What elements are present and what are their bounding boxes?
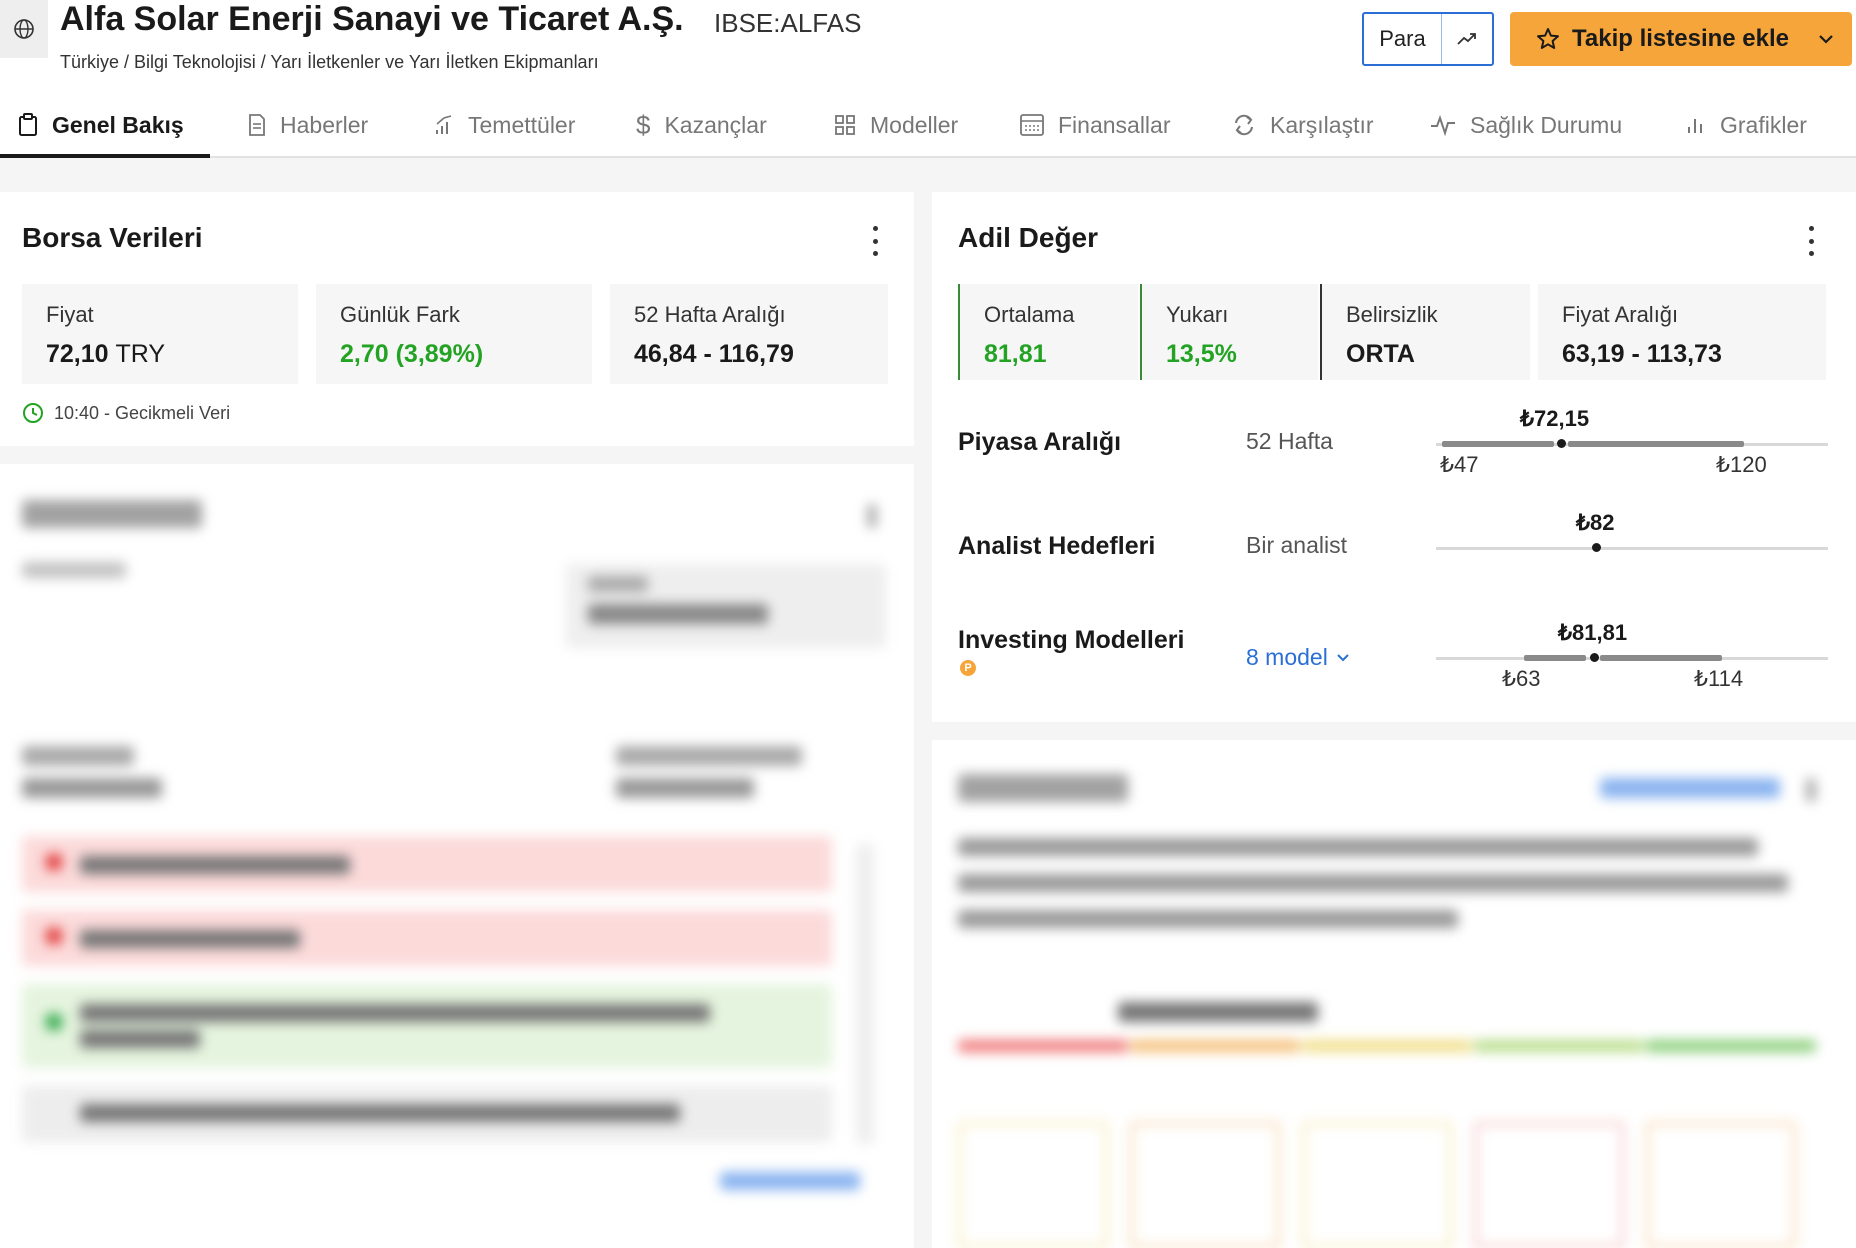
- globe-icon[interactable]: [0, 0, 48, 58]
- price-range-box: Fiyat Aralığı 63,19 - 113,73: [1536, 284, 1826, 380]
- market-range-low: ₺47: [1440, 452, 1479, 477]
- tab-dividends[interactable]: Temettüler: [434, 92, 575, 158]
- tab-health[interactable]: Sağlık Durumu: [1430, 92, 1622, 158]
- price-value: 72,10 TRY: [46, 340, 166, 368]
- daily-change-label: Günlük Fark: [340, 302, 460, 327]
- average-box: Ortalama 81,81: [958, 284, 1138, 380]
- financial-health-card: [932, 740, 1856, 1248]
- market-data-title: Borsa Verileri: [22, 222, 203, 253]
- tab-financials[interactable]: Finansallar: [1020, 92, 1171, 158]
- company-name: Alfa Solar Enerji Sanayi ve Ticaret A.Ş.: [60, 0, 684, 38]
- average-value: 81,81: [984, 340, 1047, 368]
- more-options-icon[interactable]: [1806, 226, 1816, 256]
- market-data-card: Borsa Verileri Fiyat 72,10 TRY Günlük Fa…: [0, 192, 914, 446]
- tab-news[interactable]: Haberler: [248, 92, 368, 158]
- breadcrumb[interactable]: Türkiye / Bilgi Teknolojisi / Yarı İletk…: [60, 52, 599, 73]
- tab-earnings[interactable]: $ Kazançlar: [636, 92, 767, 158]
- market-range-current: ₺72,15: [1520, 406, 1590, 431]
- daily-change-value: 2,70 (3,89%): [340, 340, 484, 368]
- pulse-icon: [1430, 114, 1456, 136]
- uncertainty-label: Belirsizlik: [1346, 302, 1438, 327]
- chevron-down-icon: [1337, 653, 1349, 661]
- investing-models-fill-right: [1600, 655, 1722, 661]
- currency-button[interactable]: Para: [1364, 14, 1442, 64]
- week52-box: 52 Hafta Aralığı 46,84 - 116,79: [610, 284, 888, 384]
- investing-models-low: ₺63: [1502, 666, 1541, 691]
- fair-value-title: Adil Değer: [958, 222, 1099, 253]
- market-range-high: ₺120: [1716, 452, 1767, 477]
- models-dropdown-link[interactable]: 8 model: [1246, 644, 1350, 671]
- pro-badge-icon: P: [960, 660, 976, 676]
- trend-icon: [1457, 33, 1476, 45]
- clock-icon: [22, 402, 44, 424]
- growth-icon: [434, 114, 454, 136]
- star-icon: [1537, 28, 1559, 49]
- active-tab-indicator: [0, 154, 210, 158]
- chevron-down-icon: [1819, 35, 1833, 44]
- dollar-icon: $: [636, 109, 651, 140]
- investing-models-marker: [1590, 653, 1599, 662]
- calculator-icon: [1020, 114, 1044, 136]
- market-range-sub: 52 Hafta: [1246, 428, 1333, 454]
- upside-label: Yukarı: [1166, 302, 1229, 327]
- watchlist-label: Takip listesine ekle: [1572, 25, 1789, 52]
- analyst-targets-sub: Bir analist: [1246, 532, 1347, 558]
- analyst-targets-label: Analist Hedefleri: [958, 532, 1156, 560]
- analyst-targets-track: [1436, 547, 1828, 550]
- tab-overview[interactable]: Genel Bakış: [18, 92, 184, 158]
- tab-bar: Genel Bakış Haberler Temettüler $ Kazanç…: [0, 92, 1856, 158]
- investing-models-value: ₺81,81: [1558, 620, 1628, 645]
- add-to-watchlist-button[interactable]: Takip listesine ekle: [1510, 12, 1852, 66]
- upside-box: Yukarı 13,5%: [1140, 284, 1318, 380]
- more-options-icon[interactable]: [870, 226, 880, 256]
- ticker-symbol: IBSE:ALFAS: [714, 8, 862, 38]
- tab-models[interactable]: Modeller: [834, 92, 958, 158]
- uncertainty-value: ORTA: [1346, 340, 1415, 368]
- page-header: Alfa Solar Enerji Sanayi ve Ticaret A.Ş.…: [0, 0, 1856, 92]
- tab-compare[interactable]: Karşılaştır: [1232, 92, 1374, 158]
- document-icon: [248, 114, 266, 136]
- price-range-value: 63,19 - 113,73: [1562, 340, 1722, 368]
- grid-icon: [834, 114, 856, 136]
- price-box: Fiyat 72,10 TRY: [22, 284, 298, 384]
- investing-models-fill-left: [1524, 655, 1586, 661]
- investing-models-label: Investing Modelleri: [958, 626, 1185, 654]
- price-label: Fiyat: [46, 302, 94, 327]
- daily-change-box: Günlük Fark 2,70 (3,89%): [316, 284, 592, 384]
- view-toggle-group: Para: [1362, 12, 1494, 66]
- tab-charts[interactable]: Grafikler: [1686, 92, 1807, 158]
- market-range-marker: [1557, 439, 1566, 448]
- analyst-target-value: ₺82: [1576, 510, 1615, 535]
- investing-models-high: ₺114: [1694, 666, 1744, 691]
- uncertainty-box: Belirsizlik ORTA: [1320, 284, 1530, 380]
- company-profile-card: [0, 464, 914, 1248]
- trend-chart-button[interactable]: [1442, 14, 1492, 64]
- fair-value-card: Adil Değer Ortalama 81,81 Yukarı 13,5% B…: [932, 192, 1856, 722]
- price-range-label: Fiyat Aralığı: [1562, 302, 1679, 327]
- market-range-fill-right: [1568, 441, 1744, 447]
- week52-label: 52 Hafta Aralığı: [634, 302, 786, 327]
- average-label: Ortalama: [984, 302, 1075, 327]
- analyst-target-marker: [1592, 543, 1601, 552]
- upside-value: 13,5%: [1166, 340, 1237, 368]
- market-range-label: Piyasa Aralığı: [958, 428, 1122, 456]
- delayed-data-note: 10:40 - Gecikmeli Veri: [22, 402, 230, 424]
- clipboard-icon: [18, 113, 38, 137]
- compare-icon: [1232, 114, 1256, 136]
- week52-value: 46,84 - 116,79: [634, 340, 794, 368]
- market-range-fill-left: [1442, 441, 1554, 447]
- bar-chart-icon: [1686, 115, 1706, 135]
